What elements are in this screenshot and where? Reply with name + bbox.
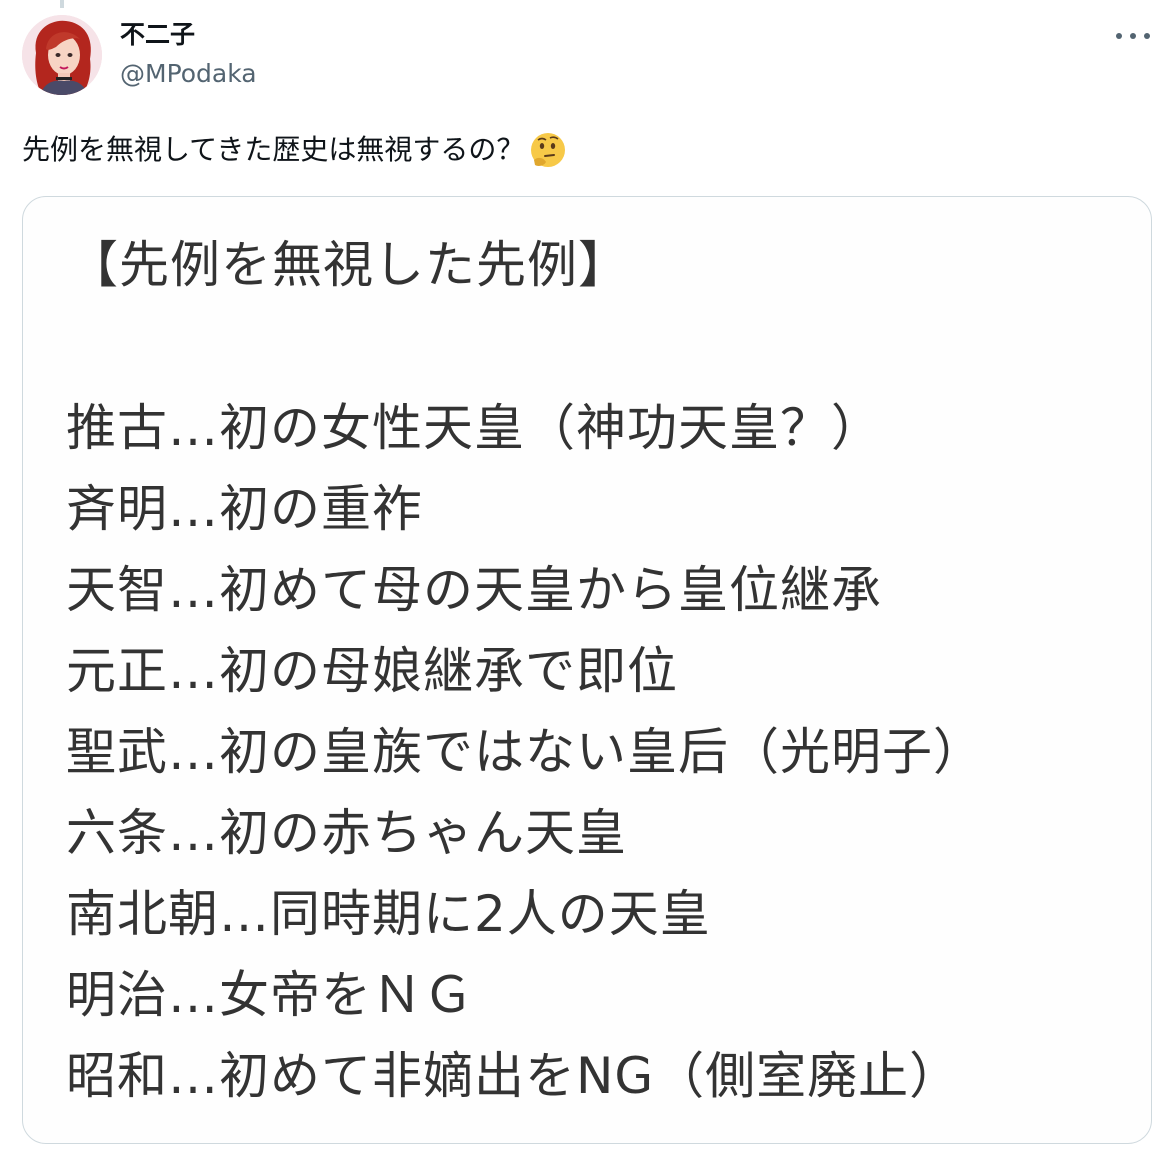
- image-text-line: 天智…初めて母の天皇から皇位継承: [66, 561, 882, 619]
- image-text-line: 明治…女帝をＮＧ: [66, 966, 474, 1024]
- more-dot: [1144, 33, 1150, 39]
- image-text-line: 推古…初の女性天皇（神功天皇？）: [66, 399, 882, 457]
- author-handle[interactable]: @MPodaka: [120, 57, 257, 91]
- tweet-text: 先例を無視してきた歴史は無視するの？: [22, 133, 525, 166]
- more-dot: [1130, 33, 1136, 39]
- author-display-name[interactable]: 不二子: [120, 18, 195, 52]
- image-text-line: 斉明…初の重祚: [66, 480, 423, 538]
- image-text-line: 聖武…初の皇族ではない皇后（光明子）: [66, 723, 984, 781]
- avatar-illustration-icon: [22, 15, 102, 95]
- image-text-line: 南北朝…同時期に2人の天皇: [66, 885, 711, 943]
- image-text-list: 推古…初の女性天皇（神功天皇？） 斉明…初の重祚 天智…初めて母の天皇から皇位継…: [66, 388, 984, 1117]
- image-text-line: 昭和…初めて非嫡出をNG（側室廃止）: [66, 1047, 961, 1105]
- tweet-body: 先例を無視してきた歴史は無視するの？: [22, 126, 568, 174]
- avatar[interactable]: [22, 15, 102, 95]
- thread-connector-line: [60, 0, 64, 8]
- more-dot: [1116, 33, 1122, 39]
- thinking-face-emoji-icon: [528, 130, 568, 170]
- more-horizontal-icon[interactable]: [1116, 26, 1150, 46]
- image-text-line: 元正…初の母娘継承で即位: [66, 642, 678, 700]
- image-title: 【先例を無視した先例】: [68, 236, 629, 294]
- image-text-line: 六条…初の赤ちゃん天皇: [66, 804, 627, 862]
